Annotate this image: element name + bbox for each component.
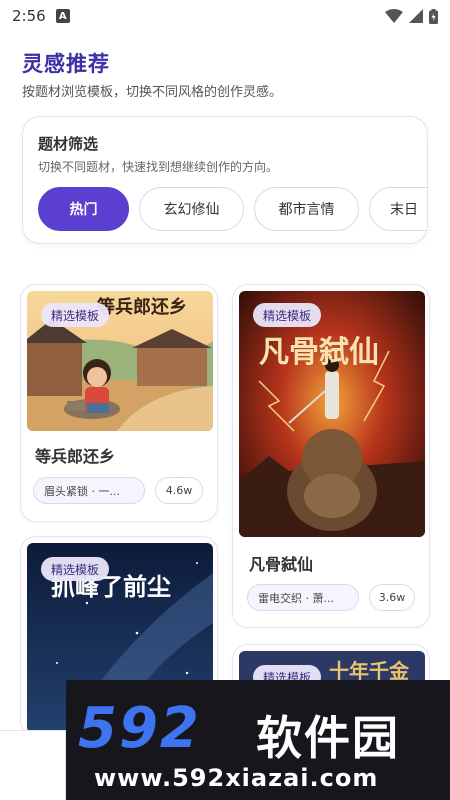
- watermark-url: www.592xiazai.com: [94, 764, 379, 792]
- template-card[interactable]: 等兵郎还乡 精选模板 等兵郎还乡 眉头紧锁 · 一... 4.6w: [20, 284, 218, 522]
- card-tag[interactable]: 眉头紧锁 · 一...: [33, 477, 145, 504]
- chip-dushi[interactable]: 都市言情: [254, 187, 359, 231]
- card-cover-image: 凡骨弑仙: [239, 291, 425, 537]
- status-time: 2:56: [12, 7, 46, 25]
- site-watermark: 592 软件园 www.592xiazai.com: [66, 680, 450, 800]
- status-icons: [385, 8, 438, 24]
- filter-title: 题材筛选: [38, 135, 99, 153]
- notification-icon: A: [55, 9, 70, 23]
- card-title: 等兵郎还乡: [35, 447, 116, 466]
- featured-badge: 精选模板: [41, 303, 110, 327]
- page-title: 灵感推荐: [22, 52, 110, 76]
- card-title: 凡骨弑仙: [249, 555, 314, 574]
- watermark-logo: 592: [78, 696, 201, 761]
- card-usage-count: 4.6w: [155, 477, 203, 504]
- signal-icon: [409, 9, 423, 23]
- genre-chip-row: 热门 玄幻修仙 都市言情 末日: [38, 187, 427, 231]
- wifi-icon: [385, 9, 403, 23]
- battery-icon: [429, 8, 438, 24]
- filter-description: 切换不同题材，快速找到想继续创作的方向。: [38, 160, 279, 174]
- card-tag[interactable]: 雷电交织 · 萧...: [247, 584, 359, 611]
- chip-xuanhuan[interactable]: 玄幻修仙: [139, 187, 244, 231]
- chip-hot[interactable]: 热门: [38, 187, 129, 231]
- genre-filter-panel: 题材筛选 切换不同题材，快速找到想继续创作的方向。 热门 玄幻修仙 都市言情 末…: [22, 116, 428, 244]
- template-card[interactable]: 凡骨弑仙 精选模板 凡骨弑仙 雷电交织 · 萧... 3.6w: [232, 284, 430, 628]
- card-cover-text: 等兵郎还乡: [97, 297, 187, 318]
- page-subtitle: 按题材浏览模板，切换不同风格的创作灵感。: [22, 85, 283, 100]
- card-cover-text: 凡骨弑仙: [259, 335, 379, 370]
- featured-badge: 精选模板: [41, 557, 110, 581]
- chip-moshi[interactable]: 末日: [369, 187, 427, 231]
- watermark-name: 软件园: [256, 711, 400, 765]
- status-bar: 2:56 A: [0, 0, 450, 32]
- featured-badge: 精选模板: [253, 303, 322, 327]
- card-usage-count: 3.6w: [369, 584, 415, 611]
- bottom-partial-panel: [0, 730, 66, 800]
